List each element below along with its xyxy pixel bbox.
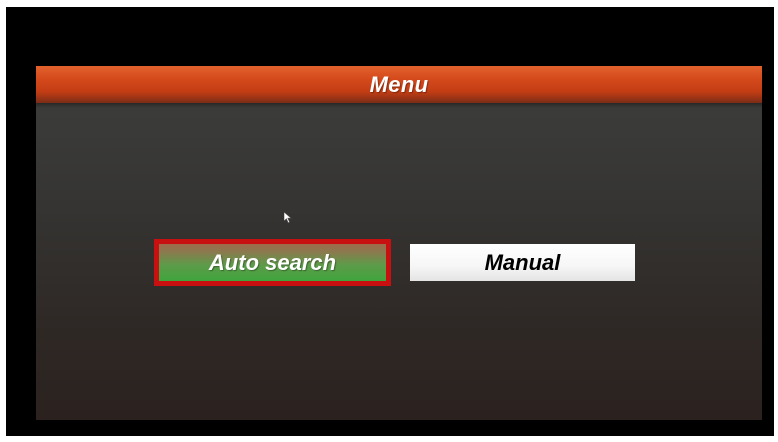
manual-option[interactable]: Manual bbox=[410, 244, 635, 281]
menu-titlebar: Menu bbox=[36, 66, 762, 103]
auto-search-option[interactable]: Auto search bbox=[154, 239, 391, 286]
pointer-cursor-icon bbox=[284, 212, 292, 224]
tv-screen: Menu Auto search Manual bbox=[6, 7, 774, 436]
auto-search-label: Auto search bbox=[208, 249, 337, 275]
titlebar-shadow bbox=[36, 103, 762, 108]
manual-label: Manual bbox=[484, 249, 561, 275]
menu-title: Menu bbox=[369, 71, 429, 97]
menu-panel: Menu Auto search Manual bbox=[36, 66, 762, 420]
